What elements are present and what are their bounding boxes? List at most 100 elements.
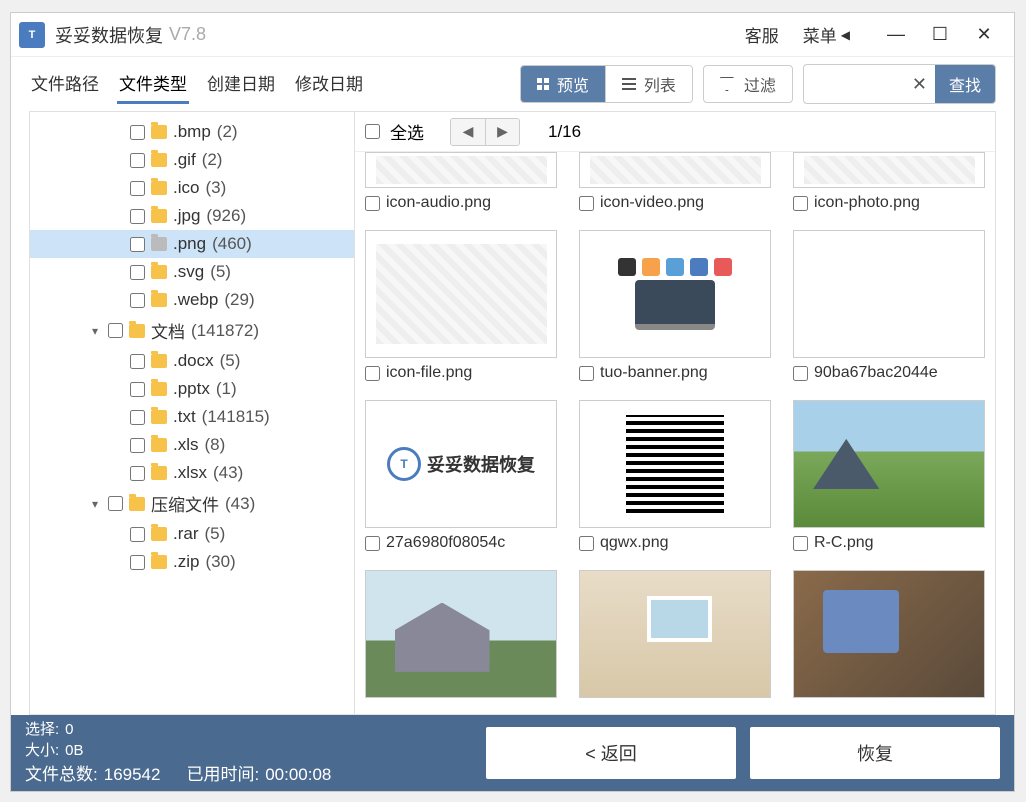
list-icon	[622, 78, 636, 90]
thumbnail-item[interactable]: tuo-banner.png	[579, 230, 771, 382]
tree-checkbox[interactable]	[130, 293, 145, 308]
search-clear-button[interactable]: ✕	[904, 74, 935, 95]
menu-button[interactable]: 菜单 ◀	[803, 22, 850, 47]
tree-item-xlsx[interactable]: .xlsx (43)	[30, 459, 354, 487]
tree-item-gif[interactable]: .gif (2)	[30, 146, 354, 174]
thumbnail-item[interactable]	[365, 570, 557, 698]
thumbnail-item[interactable]: T妥妥数据恢复27a6980f08054c	[365, 400, 557, 552]
folder-icon	[151, 209, 167, 223]
thumbnail-checkbox[interactable]	[579, 196, 594, 211]
prev-page-button[interactable]: ◀	[451, 119, 485, 145]
search-input[interactable]	[804, 70, 904, 99]
preview-label: 预览	[557, 72, 589, 96]
selected-value: 0	[65, 719, 73, 740]
tree-item-webp[interactable]: .webp (29)	[30, 286, 354, 314]
tab-created-date[interactable]: 创建日期	[205, 64, 277, 104]
search-button[interactable]: 查找	[935, 65, 995, 103]
thumbnail-filename: icon-photo.png	[814, 194, 920, 212]
thumbnail-checkbox[interactable]	[579, 366, 594, 381]
tree-label: .txt	[173, 407, 196, 427]
tree-checkbox[interactable]	[108, 496, 123, 511]
thumbnail-item[interactable]: 90ba67bac2044e	[793, 230, 985, 382]
tree-item-svg[interactable]: .svg (5)	[30, 258, 354, 286]
tree-checkbox[interactable]	[130, 237, 145, 252]
tree-item-jpg[interactable]: .jpg (926)	[30, 202, 354, 230]
tree-item-rar[interactable]: .rar (5)	[30, 520, 354, 548]
thumbnail-item[interactable]: icon-video.png	[579, 152, 771, 212]
thumbnail-item[interactable]: icon-photo.png	[793, 152, 985, 212]
tree-count: (141872)	[191, 321, 259, 341]
tree-checkbox[interactable]	[130, 382, 145, 397]
preview-view-button[interactable]: 预览	[521, 66, 605, 102]
tab-file-type[interactable]: 文件类型	[117, 64, 189, 104]
thumbnail-preview	[579, 400, 771, 528]
close-button[interactable]: ✕	[962, 13, 1006, 57]
tree-item-ico[interactable]: .ico (3)	[30, 174, 354, 202]
tree-checkbox[interactable]	[108, 323, 123, 338]
maximize-button[interactable]: ☐	[918, 13, 962, 57]
thumbnail-checkbox[interactable]	[793, 536, 808, 551]
folder-icon	[151, 354, 167, 368]
thumbnail-panel: 全选 ◀ ▶ 1/16 icon-audio.pngicon-video.png…	[355, 112, 995, 714]
tree-item-xls[interactable]: .xls (8)	[30, 431, 354, 459]
tree-item-docx[interactable]: .docx (5)	[30, 347, 354, 375]
tree-branch-docs[interactable]: ▾ 文档 (141872)	[30, 314, 354, 347]
thumbnail-item[interactable]: icon-audio.png	[365, 152, 557, 212]
tree-label: .xlsx	[173, 463, 207, 483]
minimize-button[interactable]: —	[874, 13, 918, 57]
thumbnail-checkbox[interactable]	[579, 536, 594, 551]
list-view-button[interactable]: 列表	[605, 66, 692, 102]
tree-count: (926)	[206, 206, 246, 226]
tree-count: (5)	[205, 524, 226, 544]
tree-label: 文档	[151, 318, 185, 343]
tree-item-txt[interactable]: .txt (141815)	[30, 403, 354, 431]
tree-count: (43)	[225, 494, 255, 514]
file-type-tree[interactable]: .bmp (2) .gif (2) .ico (3) .jpg (926) .p…	[30, 112, 355, 714]
support-link[interactable]: 客服	[745, 22, 779, 47]
back-button[interactable]: < 返回	[486, 727, 736, 779]
tree-checkbox[interactable]	[130, 410, 145, 425]
thumbnail-filename: icon-video.png	[600, 194, 704, 212]
tree-checkbox[interactable]	[130, 466, 145, 481]
thumbnail-checkbox[interactable]	[793, 366, 808, 381]
tree-item-png[interactable]: .png (460)	[30, 230, 354, 258]
tree-checkbox[interactable]	[130, 153, 145, 168]
folder-icon	[151, 181, 167, 195]
next-page-button[interactable]: ▶	[485, 119, 519, 145]
thumbnail-grid[interactable]: icon-audio.png icon-video.png icon-photo.p…	[355, 152, 995, 714]
tree-checkbox[interactable]	[130, 125, 145, 140]
thumbnail-checkbox[interactable]	[365, 366, 380, 381]
tree-checkbox[interactable]	[130, 209, 145, 224]
total-label: 文件总数:	[25, 763, 98, 787]
tree-item-bmp[interactable]: .bmp (2)	[30, 118, 354, 146]
thumbnail-checkbox[interactable]	[793, 196, 808, 211]
thumbnail-item[interactable]	[579, 570, 771, 698]
folder-icon	[151, 237, 167, 251]
recover-button[interactable]: 恢复	[750, 727, 1000, 779]
select-all-checkbox[interactable]	[365, 124, 380, 139]
select-all-label: 全选	[390, 119, 424, 144]
thumbnail-item[interactable]: icon-file.png	[365, 230, 557, 382]
tree-checkbox[interactable]	[130, 265, 145, 280]
tree-checkbox[interactable]	[130, 555, 145, 570]
tree-checkbox[interactable]	[130, 438, 145, 453]
tree-count: (43)	[213, 463, 243, 483]
tree-branch-zip[interactable]: ▾ 压缩文件 (43)	[30, 487, 354, 520]
tree-checkbox[interactable]	[130, 181, 145, 196]
toolbar: 文件路径 文件类型 创建日期 修改日期 预览 列表 过滤 ✕ 查找	[11, 57, 1014, 111]
app-icon: T	[19, 22, 45, 48]
folder-icon	[151, 153, 167, 167]
tree-checkbox[interactable]	[130, 354, 145, 369]
thumbnail-checkbox[interactable]	[365, 196, 380, 211]
thumbnail-checkbox[interactable]	[365, 536, 380, 551]
tree-item-pptx[interactable]: .pptx (1)	[30, 375, 354, 403]
filter-button[interactable]: 过滤	[703, 65, 793, 103]
tree-checkbox[interactable]	[130, 527, 145, 542]
thumbnail-item[interactable]	[793, 570, 985, 698]
tree-item-zip[interactable]: .zip (30)	[30, 548, 354, 576]
thumbnail-item[interactable]: R-C.png	[793, 400, 985, 552]
thumbnail-item[interactable]: qgwx.png	[579, 400, 771, 552]
folder-icon	[151, 438, 167, 452]
tab-file-path[interactable]: 文件路径	[29, 64, 101, 104]
tab-modified-date[interactable]: 修改日期	[293, 64, 365, 104]
